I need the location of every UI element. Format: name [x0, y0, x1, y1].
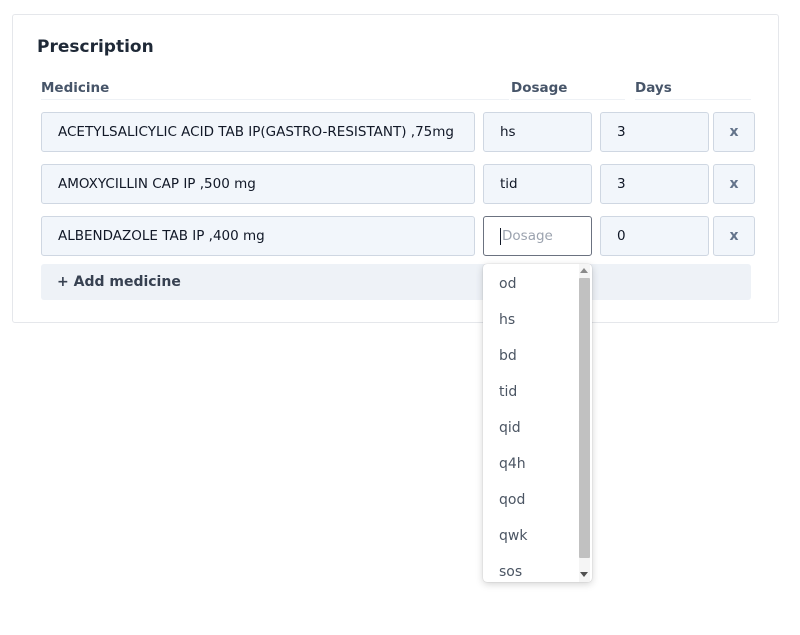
scroll-down-arrow-icon[interactable] — [580, 572, 588, 577]
dosage-dropdown[interactable]: od hs bd tid qid q4h qod qwk sos — [483, 264, 592, 582]
dropdown-option[interactable]: sos — [499, 564, 522, 580]
scrollbar-thumb[interactable] — [579, 278, 590, 558]
dosage-placeholder: Dosage — [502, 228, 553, 244]
dosage-field[interactable]: hs — [483, 112, 592, 152]
remove-row-button[interactable]: x — [713, 164, 755, 204]
dropdown-option[interactable]: od — [499, 276, 516, 292]
dropdown-option[interactable]: q4h — [499, 456, 526, 472]
column-header-medicine: Medicine — [41, 80, 509, 100]
days-field[interactable]: 3 — [600, 112, 709, 152]
scroll-up-arrow-icon[interactable] — [580, 268, 588, 273]
dropdown-option[interactable]: qwk — [499, 528, 527, 544]
column-header-days: Days — [635, 80, 751, 100]
add-medicine-button[interactable]: + Add medicine — [41, 264, 751, 300]
medicine-field[interactable]: ALBENDAZOLE TAB IP ,400 mg — [41, 216, 475, 256]
text-cursor — [500, 227, 501, 245]
section-title: Prescription — [37, 37, 154, 57]
medicine-field[interactable]: ACETYLSALICYLIC ACID TAB IP(GASTRO-RESIS… — [41, 112, 475, 152]
remove-row-button[interactable]: x — [713, 112, 755, 152]
dropdown-option[interactable]: tid — [499, 384, 517, 400]
dropdown-option[interactable]: bd — [499, 348, 517, 364]
dropdown-option[interactable]: qod — [499, 492, 525, 508]
dropdown-option[interactable]: hs — [499, 312, 515, 328]
dosage-field[interactable]: tid — [483, 164, 592, 204]
days-field[interactable]: 3 — [600, 164, 709, 204]
medicine-field[interactable]: AMOXYCILLIN CAP IP ,500 mg — [41, 164, 475, 204]
prescription-card: Prescription Medicine Dosage Days ACETYL… — [12, 14, 779, 323]
dosage-input-focused[interactable]: Dosage — [483, 216, 592, 256]
dropdown-option[interactable]: qid — [499, 420, 521, 436]
days-field[interactable]: 0 — [600, 216, 709, 256]
remove-row-button[interactable]: x — [713, 216, 755, 256]
column-header-dosage: Dosage — [511, 80, 625, 100]
